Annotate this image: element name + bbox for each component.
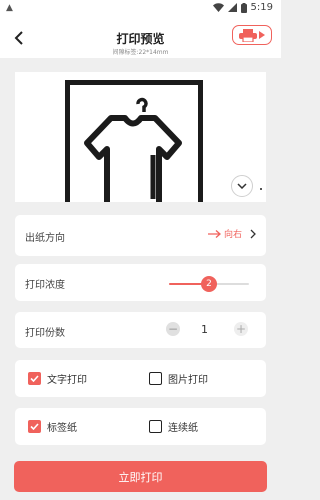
chevron-right-icon <box>250 229 256 238</box>
direction-row[interactable]: 出纸方向 向右 <box>15 215 266 256</box>
arrow-right-icon <box>207 229 221 238</box>
chevron-down-icon <box>237 183 247 189</box>
copies-label: 打印份数 <box>25 328 65 339</box>
density-label: 打印浓度 <box>25 280 65 291</box>
preview-dot <box>260 188 262 190</box>
checkbox-icon <box>28 420 41 433</box>
continuous-paper-checkbox[interactable]: 连续纸 <box>149 419 198 434</box>
checkbox-icon <box>28 372 41 385</box>
print-button[interactable] <box>232 25 272 45</box>
label-paper-label: 标签纸 <box>47 423 77 434</box>
printer-icon <box>239 28 257 42</box>
print-now-button[interactable]: 立即打印 <box>14 461 267 492</box>
text-print-label: 文字打印 <box>47 375 87 386</box>
continuous-paper-label: 连续纸 <box>168 423 198 434</box>
expand-preview-button[interactable] <box>231 175 253 197</box>
label-paper-checkbox[interactable]: 标签纸 <box>28 419 77 434</box>
text-print-checkbox[interactable]: 文字打印 <box>28 371 87 386</box>
app-header: 打印预览 间隙标签:22*14mm <box>0 18 281 58</box>
battery-icon <box>240 2 247 13</box>
density-slider-thumb[interactable]: 2 <box>201 276 217 292</box>
image-print-checkbox[interactable]: 图片打印 <box>149 371 208 386</box>
signal-icon <box>227 3 237 12</box>
status-bar: ▲ 5:19 <box>0 0 281 18</box>
copies-increment-button[interactable]: + <box>234 322 248 336</box>
page-subtitle: 间隙标签:22*14mm <box>112 49 169 56</box>
copies-value: 1 <box>201 323 208 336</box>
direction-value[interactable]: 向右 <box>207 227 256 240</box>
shirt-image <box>84 115 182 202</box>
copies-decrement-button[interactable]: − <box>166 322 180 336</box>
label-preview <box>15 72 266 202</box>
copies-row: 打印份数 − 1 + <box>15 312 266 348</box>
status-icons: 5:19 <box>212 2 273 13</box>
direction-value-text: 向右 <box>223 230 242 240</box>
wifi-icon <box>212 3 224 12</box>
direction-label: 出纸方向 <box>25 233 65 244</box>
paper-type-row: 标签纸 连续纸 <box>15 408 266 445</box>
status-time: 5:19 <box>250 2 273 13</box>
density-slider[interactable]: 2 <box>169 276 249 292</box>
density-row: 打印浓度 2 <box>15 264 266 301</box>
print-mode-row: 文字打印 图片打印 <box>15 360 266 397</box>
image-print-label: 图片打印 <box>168 375 208 386</box>
checkbox-icon <box>149 372 162 385</box>
notification-icon: ▲ <box>6 3 13 13</box>
checkbox-icon <box>149 420 162 433</box>
play-arrow-icon <box>259 31 265 39</box>
